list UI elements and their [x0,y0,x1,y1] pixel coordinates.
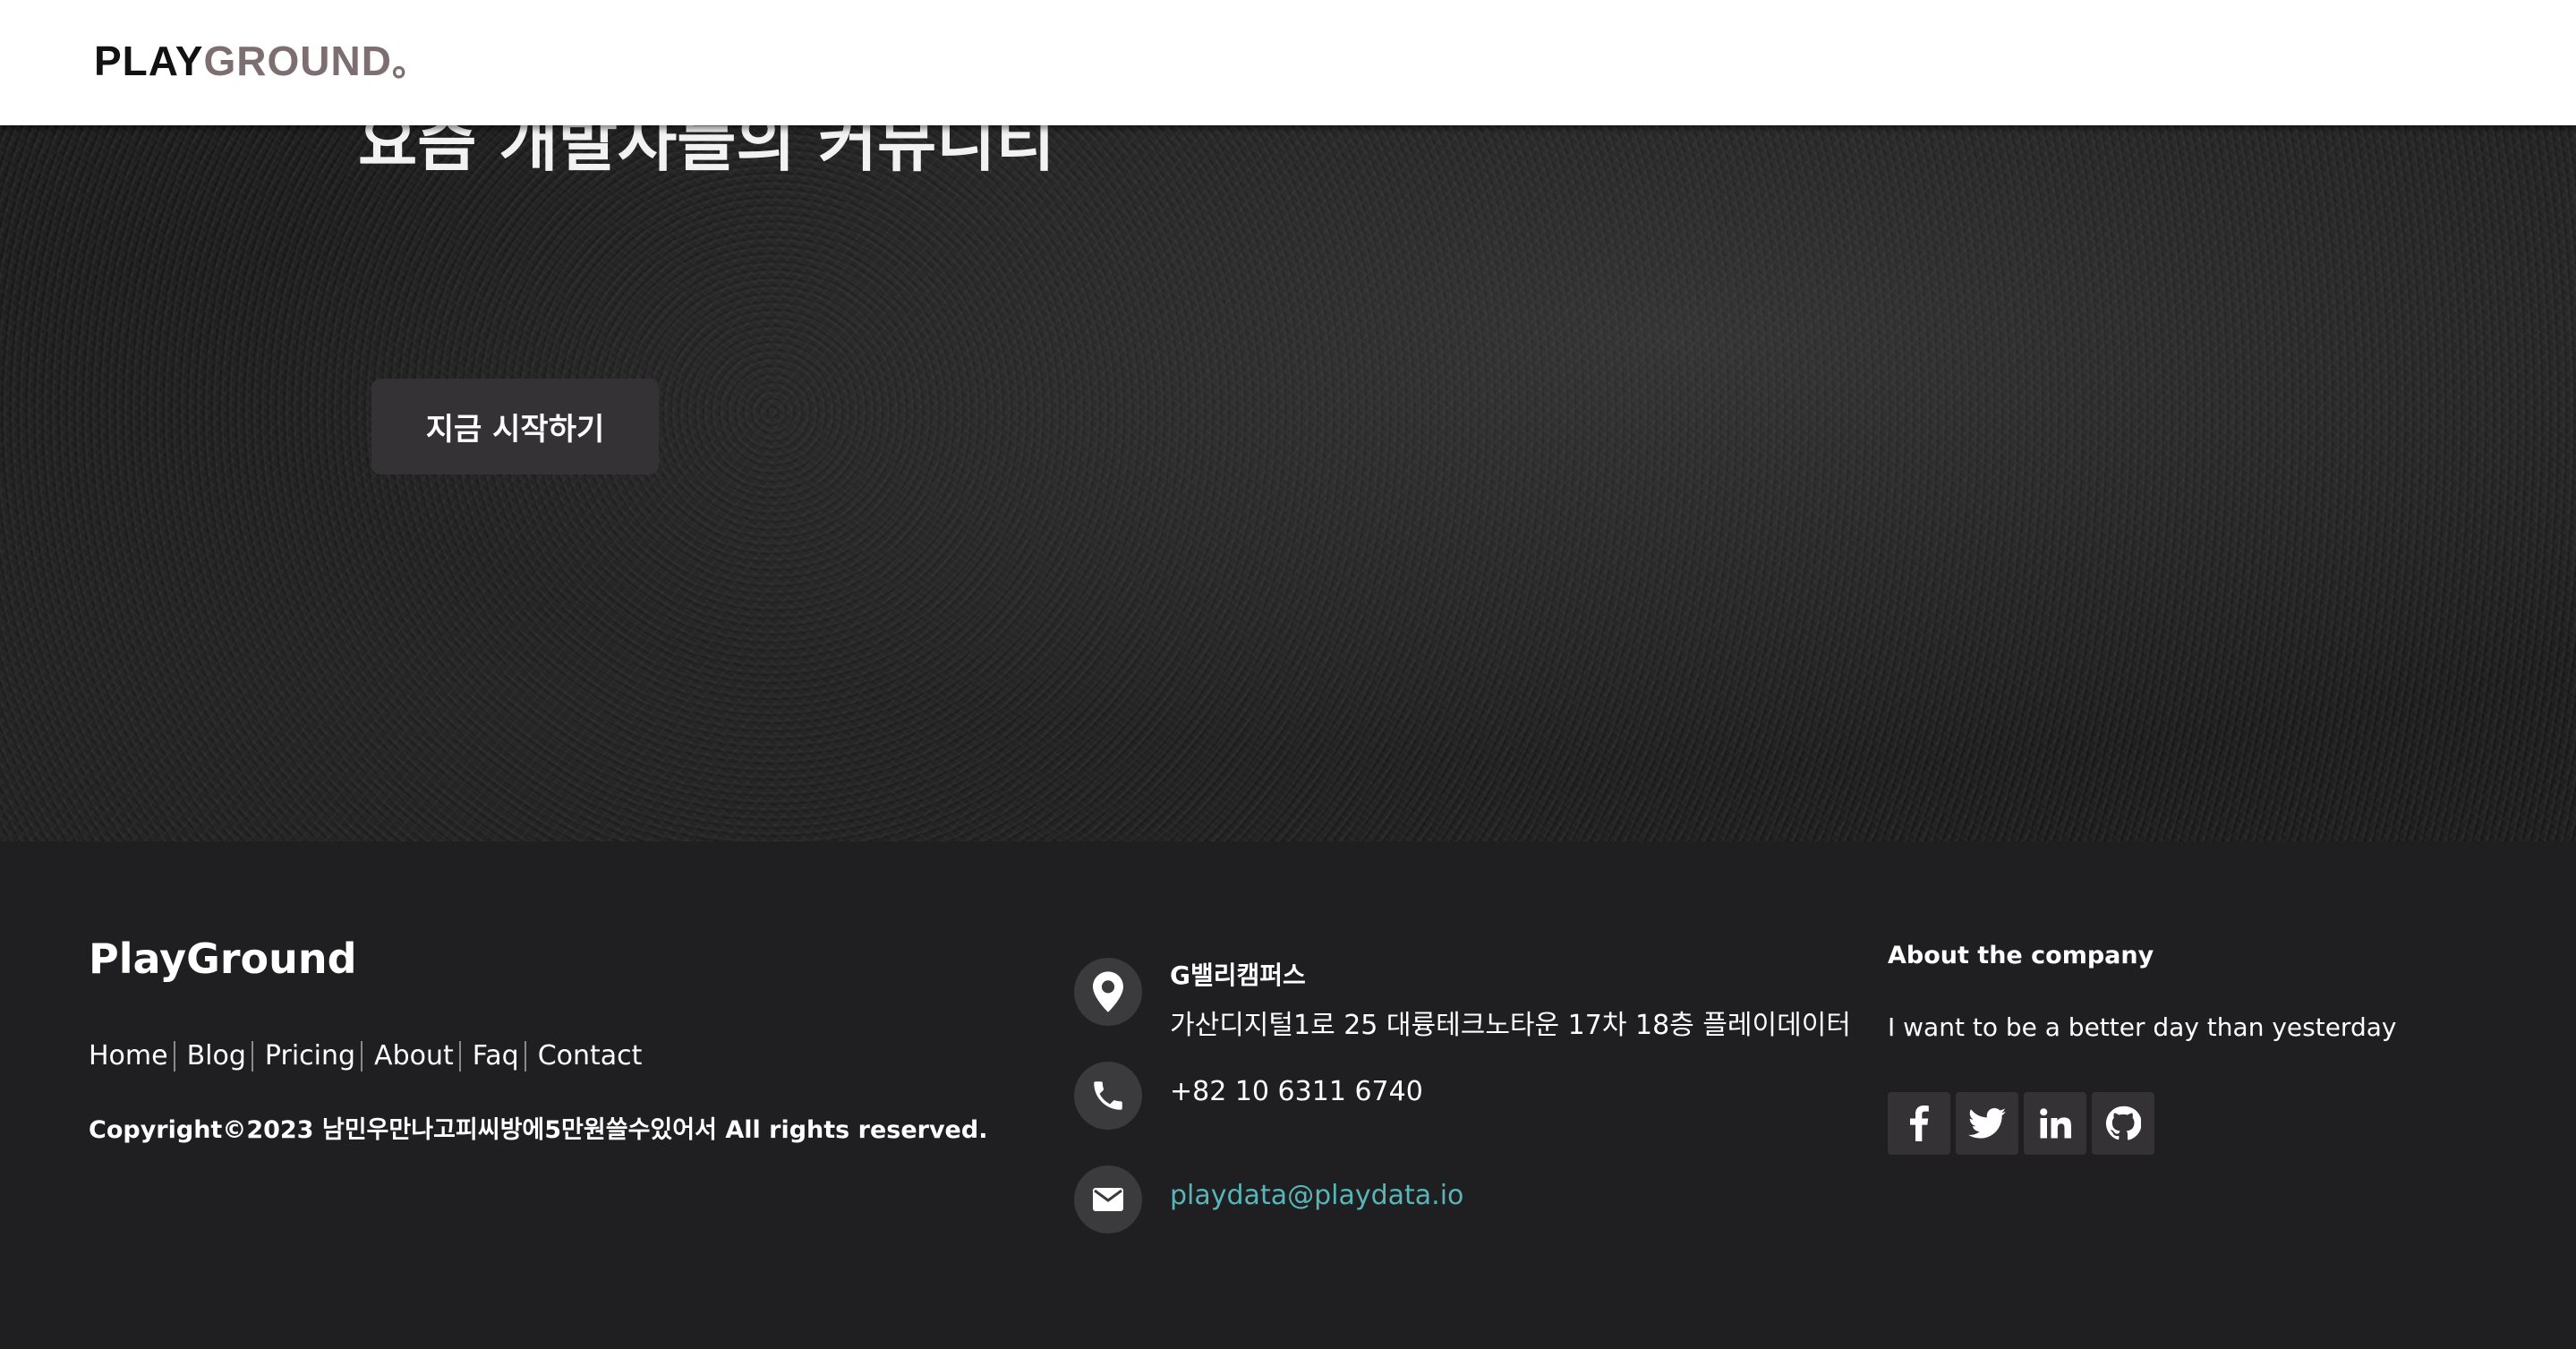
hero-background-texture [0,125,2576,841]
footer-nav-contact[interactable]: Contact [538,1040,643,1072]
phone-row [1074,1062,1142,1130]
github-icon[interactable] [2092,1092,2154,1155]
footer-nav-home[interactable]: Home [89,1040,168,1072]
envelope-icon [1074,1165,1142,1234]
hero-section: 요즘 개발자들의 커뮤니티 지금 시작하기 [0,125,2576,841]
address-row [1074,958,1142,1026]
facebook-icon[interactable] [1888,1092,1950,1155]
footer-nav-about[interactable]: About [374,1040,454,1072]
footer-nav: Home Blog Pricing About Faq Contact [89,1040,642,1072]
footer-nav-blog[interactable]: Blog [187,1040,246,1072]
logo-dot: 。 [391,44,429,83]
linkedin-icon[interactable] [2024,1092,2086,1155]
about-company-title: About the company [1888,942,2154,969]
site-logo[interactable]: PLAYGROUND。 [94,36,429,89]
footer-nav-faq[interactable]: Faq [473,1040,519,1072]
about-company-text: I want to be a better day than yesterday [1888,1012,2397,1042]
logo-text-play: PLAY [94,38,204,84]
start-now-button[interactable]: 지금 시작하기 [371,379,659,474]
hero-title: 요즘 개발자들의 커뮤니티 [358,125,1055,180]
nav-divider [361,1040,363,1072]
footer-brand: PlayGround [89,935,357,983]
email-link[interactable]: playdata@playdata.io [1170,1180,1463,1211]
address-name: G밸리캠퍼스 [1170,961,1306,990]
location-pin-icon [1074,958,1142,1026]
logo-text-ground: GROUND [203,38,392,84]
address-block: G밸리캠퍼스 가산디지털1로 25 대륭테크노타운 17차 18층 플레이데이터 [1170,956,1851,1042]
phone-number: +82 10 6311 6740 [1170,1076,1423,1107]
nav-divider [173,1040,175,1072]
nav-divider [251,1040,253,1072]
footer-nav-pricing[interactable]: Pricing [265,1040,355,1072]
top-navbar: PLAYGROUND。 [0,0,2576,125]
nav-divider [524,1040,526,1072]
nav-divider [458,1040,461,1072]
copyright-text: Copyright©2023 남민우만나고피씨방에5만원쓸수있어서 All ri… [89,1116,988,1144]
footer: PlayGround Home Blog Pricing About Faq C… [0,841,2576,1349]
email-row [1074,1165,1142,1234]
address-line: 가산디지털1로 25 대륭테크노타운 17차 18층 플레이데이터 [1170,1010,1851,1041]
social-links [1888,1092,2154,1155]
twitter-icon[interactable] [1956,1092,2018,1155]
phone-icon [1074,1062,1142,1130]
